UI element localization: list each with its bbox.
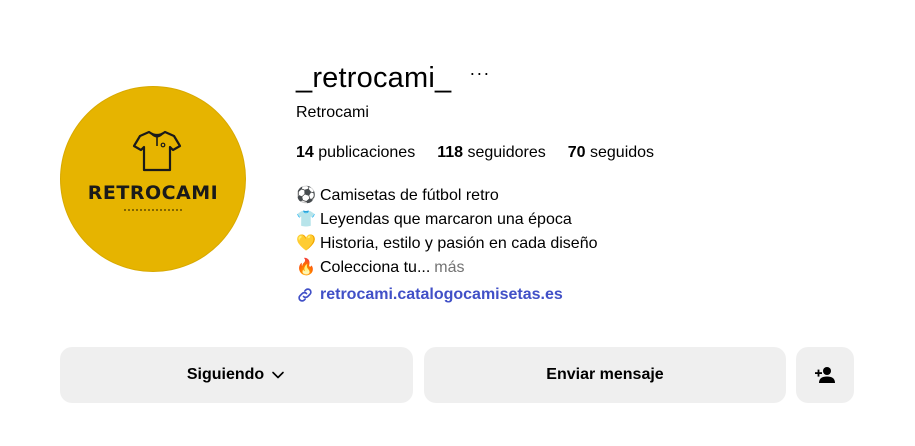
shirt-icon (132, 130, 182, 172)
more-dots-icon[interactable]: ··· (469, 64, 490, 82)
bio-line: 💛 Historia, estilo y pasión en cada dise… (296, 232, 896, 256)
full-name: Retrocami (296, 104, 369, 121)
following-label: Siguiendo (186, 366, 265, 383)
profile-link-text[interactable]: retrocami.catalogocamisetas.es (320, 286, 563, 304)
bio-line: ⚽ Camisetas de fútbol retro (296, 184, 896, 208)
username-row: _retrocami_ ··· (296, 58, 896, 98)
bio-line: 🔥 Colecciona tu... más (296, 256, 896, 280)
profile-link[interactable]: retrocami.catalogocamisetas.es (296, 286, 896, 304)
bio-text: Colecciona tu... (320, 259, 431, 276)
profile-info: _retrocami_ ··· Retrocami 14 publicacion… (296, 58, 896, 304)
profile-stats: 14 publicaciones 118 seguidores 70 segui… (296, 144, 896, 162)
bio-text: Historia, estilo y pasión en cada diseño (320, 235, 598, 252)
bio: ⚽ Camisetas de fútbol retro 👕 Leyendas q… (296, 184, 896, 280)
username: _retrocami_ (296, 61, 452, 94)
avatar-brand-text: RETROCAMI (87, 182, 219, 204)
bio-more-link[interactable]: más (434, 256, 464, 280)
avatar-subline (124, 209, 182, 211)
following-button[interactable]: Siguiendo (60, 347, 413, 403)
soccer-ball-icon: ⚽ (296, 187, 316, 204)
stat-followers[interactable]: 118 seguidores (437, 144, 546, 162)
add-user-icon (815, 367, 835, 383)
stat-posts: 14 publicaciones (296, 144, 416, 161)
chevron-down-icon (272, 371, 284, 379)
jersey-icon: 👕 (296, 211, 316, 228)
yellow-heart-icon: 💛 (296, 235, 316, 252)
send-message-label: Enviar mensaje (546, 366, 664, 383)
send-message-button[interactable]: Enviar mensaje (424, 347, 786, 403)
add-user-button[interactable] (796, 347, 854, 403)
profile-avatar[interactable]: RETROCAMI (60, 86, 246, 272)
bio-line: 👕 Leyendas que marcaron una época (296, 208, 896, 232)
bio-text: Leyendas que marcaron una época (320, 211, 572, 228)
link-icon (298, 288, 312, 302)
fire-icon: 🔥 (296, 259, 316, 276)
stat-following[interactable]: 70 seguidos (568, 144, 654, 162)
bio-text: Camisetas de fútbol retro (320, 187, 499, 204)
